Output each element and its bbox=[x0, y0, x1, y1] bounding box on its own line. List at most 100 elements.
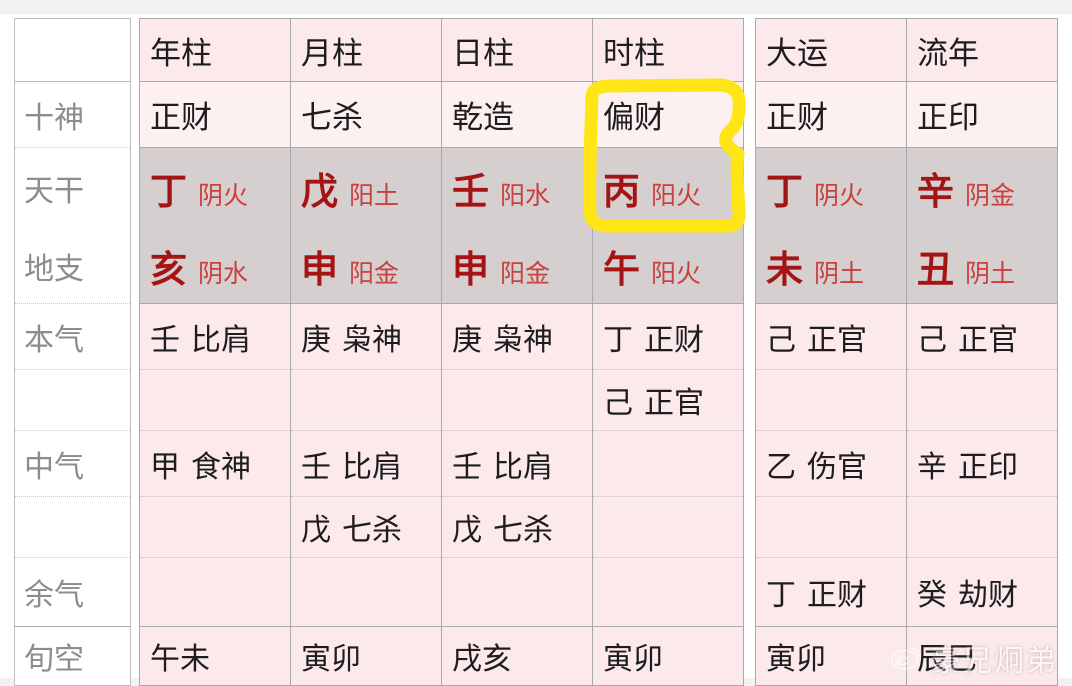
heavenly-stem-year: 丁阴火 bbox=[139, 147, 291, 228]
ten-god-month: 七杀 bbox=[290, 81, 442, 148]
hidden-stem: 乙 bbox=[766, 450, 796, 484]
branch-element: 阳金 bbox=[500, 259, 551, 288]
stem-element: 阳水 bbox=[500, 182, 551, 210]
hidden-god: 枭神 bbox=[342, 323, 402, 357]
luck-header-liunian: 流年 bbox=[906, 18, 1058, 82]
branch-char: 申 bbox=[452, 248, 489, 290]
label-cell-xunkong: 旬空 bbox=[14, 626, 131, 686]
hidden-stem: 己 bbox=[917, 323, 947, 357]
table-row-luck-xunkong: 寅卯 辰巳 bbox=[755, 626, 1058, 686]
label-cell-benqi: 本气 bbox=[14, 303, 131, 370]
hidden-god: 枭神 bbox=[493, 323, 553, 357]
zhongqi-liunian: 辛正印 bbox=[906, 430, 1058, 497]
benqi-month: 庚枭神 bbox=[290, 303, 442, 370]
earthly-branch-hour: 午阳火 bbox=[592, 228, 744, 304]
table-row-earthly-branches: 亥阴水 申阳金 申阳金 午阳火 bbox=[139, 228, 744, 304]
xunkong-day: 戌亥 bbox=[441, 626, 593, 686]
hidden-stem: 己 bbox=[766, 323, 796, 357]
yuqi-dayun: 丁正财 bbox=[755, 557, 907, 627]
stem-char: 戊 bbox=[301, 171, 338, 212]
branch-char: 亥 bbox=[150, 248, 187, 290]
stem-element: 阳土 bbox=[349, 182, 400, 210]
hidden-stem: 丁 bbox=[603, 323, 633, 357]
table-row-benqi: 壬比肩 庚枭神 庚枭神 丁正财 bbox=[139, 303, 744, 370]
earthly-branch-liunian: 丑阴土 bbox=[906, 228, 1058, 304]
ten-god-hour: 偏财 bbox=[592, 81, 744, 148]
table-row-luck-yuqi: 丁正财 癸劫财 bbox=[755, 557, 1058, 627]
yuqi-day bbox=[441, 557, 593, 627]
hidden-stem: 壬 bbox=[452, 450, 482, 484]
hidden-stem: 庚 bbox=[452, 323, 482, 357]
benqi2-liunian bbox=[906, 369, 1058, 431]
label-cell-shishen: 十神 bbox=[14, 81, 131, 148]
stem-element: 阴火 bbox=[198, 182, 249, 210]
hidden-god: 比肩 bbox=[342, 450, 402, 484]
hidden-stem: 戊 bbox=[301, 514, 331, 547]
benqi-dayun: 己正官 bbox=[755, 303, 907, 370]
branch-char: 申 bbox=[301, 248, 338, 290]
hidden-god: 七杀 bbox=[342, 514, 402, 547]
stem-char: 丁 bbox=[150, 171, 187, 212]
benqi2-year bbox=[139, 369, 291, 431]
table-row-luck-branches: 未阴土 丑阴土 bbox=[755, 228, 1058, 304]
table-row-luck-zhongqi-second bbox=[755, 496, 1058, 558]
ten-god-dayun: 正财 bbox=[755, 81, 907, 148]
benqi2-hour: 己正官 bbox=[592, 369, 744, 431]
label-cell-blank bbox=[14, 18, 131, 82]
heavenly-stem-dayun: 丁阴火 bbox=[755, 147, 907, 228]
hidden-stem: 辛 bbox=[917, 450, 947, 484]
benqi-liunian: 己正官 bbox=[906, 303, 1058, 370]
branch-element: 阴土 bbox=[965, 259, 1016, 288]
table-row-xunkong: 午未 寅卯 戌亥 寅卯 bbox=[139, 626, 744, 686]
hidden-god: 劫财 bbox=[958, 579, 1018, 612]
label-cell-yuqi: 余气 bbox=[14, 557, 131, 627]
heavenly-stem-day: 壬阳水 bbox=[441, 147, 593, 228]
hidden-stem: 戊 bbox=[452, 514, 482, 547]
luck-header-dayun: 大运 bbox=[755, 18, 907, 82]
hidden-god: 比肩 bbox=[191, 323, 251, 357]
branch-char: 丑 bbox=[917, 248, 954, 290]
label-cell-blank-3 bbox=[14, 496, 131, 558]
four-pillars-table: 年柱 月柱 日柱 时柱 正财 七杀 乾造 偏财 丁阴火 戊阳土 壬阳水 丙阳火 bbox=[139, 18, 744, 686]
table-row-heavenly-stems: 丁阴火 戊阳土 壬阳水 丙阳火 bbox=[139, 147, 744, 228]
stem-element: 阴火 bbox=[814, 182, 865, 210]
earthly-branch-year: 亥阴水 bbox=[139, 228, 291, 304]
zhongqi2-day: 戊七杀 bbox=[441, 496, 593, 558]
hidden-god: 食神 bbox=[191, 450, 251, 484]
hidden-stem: 丁 bbox=[766, 579, 796, 612]
branch-char: 午 bbox=[603, 248, 640, 290]
hidden-god: 正官 bbox=[807, 323, 867, 357]
label-cell-dizhi: 地支 bbox=[14, 228, 131, 304]
zhongqi-hour bbox=[592, 430, 744, 497]
table-row-zhongqi-second: 戊七杀 戊七杀 bbox=[139, 496, 744, 558]
label-cell-blank-2 bbox=[14, 369, 131, 431]
table-row-zhongqi: 甲食神 壬比肩 壬比肩 bbox=[139, 430, 744, 497]
hidden-god: 正印 bbox=[958, 450, 1018, 484]
label-cell-tiangan: 天干 bbox=[14, 147, 131, 228]
table-row-luck-ten-gods: 正财 正印 bbox=[755, 81, 1058, 148]
row-label-table: 十神 天干 地支 本气 中气 余气 旬空 bbox=[14, 18, 131, 686]
stem-char: 丙 bbox=[603, 171, 640, 212]
benqi-day: 庚枭神 bbox=[441, 303, 593, 370]
table-row-pillar-headers: 年柱 月柱 日柱 时柱 bbox=[139, 18, 744, 82]
table-row-benqi-second: 己正官 bbox=[139, 369, 744, 431]
hidden-god: 正官 bbox=[958, 323, 1018, 357]
yuqi-hour bbox=[592, 557, 744, 627]
benqi-year: 壬比肩 bbox=[139, 303, 291, 370]
table-row-luck-benqi: 己正官 己正官 bbox=[755, 303, 1058, 370]
hidden-god: 七杀 bbox=[493, 514, 553, 547]
xunkong-year: 午未 bbox=[139, 626, 291, 686]
xunkong-liunian: 辰巳 bbox=[906, 626, 1058, 686]
hidden-god: 正官 bbox=[644, 387, 704, 420]
table-row-luck-stems: 丁阴火 辛阴金 bbox=[755, 147, 1058, 228]
zhongqi2-hour bbox=[592, 496, 744, 558]
zhongqi2-month: 戊七杀 bbox=[290, 496, 442, 558]
hidden-god: 正财 bbox=[644, 323, 704, 357]
pillar-header-year: 年柱 bbox=[139, 18, 291, 82]
hidden-stem: 壬 bbox=[150, 323, 180, 357]
zhongqi2-year bbox=[139, 496, 291, 558]
yuqi-year bbox=[139, 557, 291, 627]
stem-char: 壬 bbox=[452, 171, 489, 212]
pillar-header-day: 日柱 bbox=[441, 18, 593, 82]
zhongqi-day: 壬比肩 bbox=[441, 430, 593, 497]
